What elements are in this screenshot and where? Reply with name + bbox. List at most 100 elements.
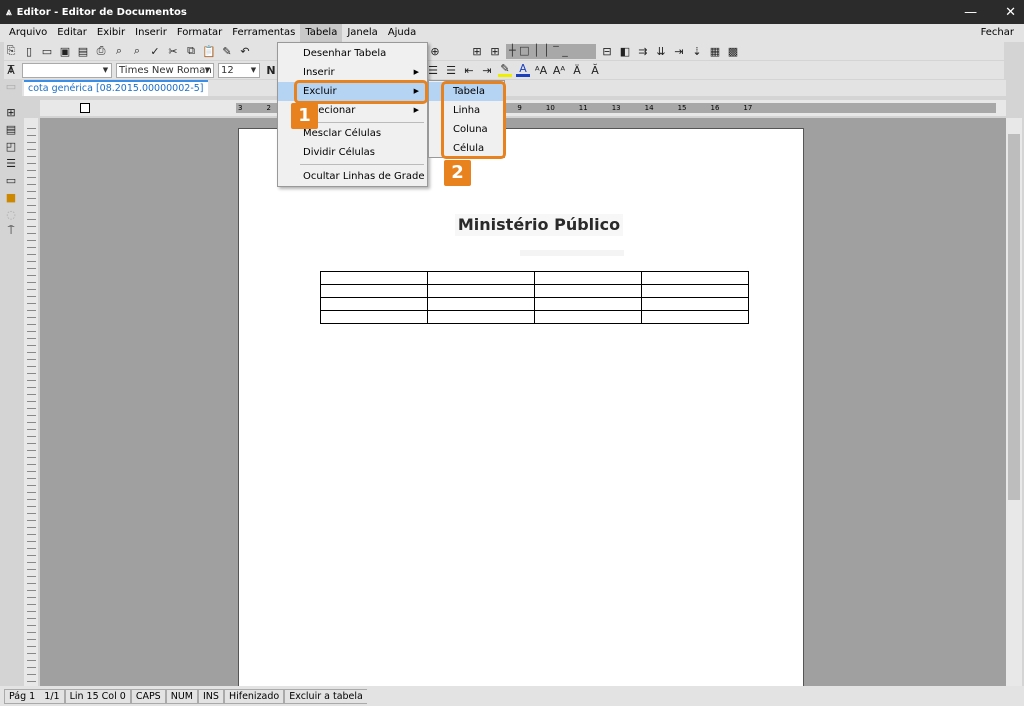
status-position: Lin 15 Col 0 (64, 688, 131, 704)
menu-formatar[interactable]: Formatar (172, 24, 227, 42)
text-tool-icon[interactable]: T (4, 62, 18, 76)
comment-icon[interactable]: ▭ (4, 79, 18, 93)
fechar-button[interactable]: Fechar (981, 27, 1014, 38)
insert-row-icon[interactable]: ⇉ (636, 44, 650, 58)
document-page[interactable] (238, 128, 804, 688)
highlight-doc-icon[interactable]: ■ (4, 190, 18, 204)
menu-item-ocultar-linhas[interactable]: Ocultar Linhas de Grade (278, 167, 427, 186)
bold-icon[interactable]: N (264, 63, 278, 77)
table-cell[interactable] (320, 310, 428, 324)
menu-tabela[interactable]: Tabela (300, 24, 343, 42)
note-icon[interactable]: ◰ (4, 139, 18, 153)
outdent-icon[interactable]: ⇤ (462, 63, 476, 77)
table-props-icon[interactable]: ▩ (726, 44, 740, 58)
shrink-font-icon[interactable]: Aᴬ (552, 63, 566, 77)
document-table[interactable] (320, 271, 749, 324)
menu-item-dividir-celulas[interactable]: Dividir Células (278, 143, 427, 162)
table-cell[interactable] (534, 310, 642, 324)
table-cell[interactable] (534, 271, 642, 285)
document-tab[interactable]: cota genérica [08.2015.00000002-5] (24, 80, 208, 96)
delete-row-icon[interactable]: ⇥ (672, 44, 686, 58)
insert-col-icon[interactable]: ⇊ (654, 44, 668, 58)
table-row (320, 297, 749, 311)
spellcheck-icon[interactable]: ✓ (148, 44, 162, 58)
print-icon[interactable]: ⎙ (94, 44, 108, 58)
table-cell[interactable] (427, 271, 535, 285)
merge-cells-icon[interactable]: ⊟ (600, 44, 614, 58)
menu-ajuda[interactable]: Ajuda (383, 24, 421, 42)
preview-icon[interactable]: ⌕ (112, 44, 126, 58)
table-cell[interactable] (534, 284, 642, 298)
status-message: Excluir a tabela (284, 688, 367, 704)
table-cell[interactable] (641, 297, 749, 311)
delete-col-icon[interactable]: ⇣ (690, 44, 704, 58)
new-doc-icon[interactable]: ⎘ (4, 44, 18, 58)
table-cell[interactable] (641, 284, 749, 298)
font-size-select[interactable]: 12 ▼ (218, 62, 260, 78)
cut-icon[interactable]: ✂ (166, 44, 180, 58)
folder-icon[interactable]: ▭ (4, 173, 18, 187)
table-format-icon[interactable]: ▦ (708, 44, 722, 58)
table-cell[interactable] (320, 297, 428, 311)
list-icon[interactable]: ☰ (4, 156, 18, 170)
scrollbar-thumb[interactable] (1008, 134, 1020, 500)
paste-icon[interactable]: 📋 (202, 44, 216, 58)
table-cell[interactable] (320, 284, 428, 298)
border-tools[interactable]: ┼ □ │ │ ‾ _ (506, 43, 596, 59)
menu-item-desenhar-tabela[interactable]: Desenhar Tabela (278, 44, 427, 63)
split-cells-icon[interactable]: ◧ (618, 44, 632, 58)
table-cell[interactable] (534, 297, 642, 311)
indent-icon[interactable]: ⇥ (480, 63, 494, 77)
tab-stop-selector[interactable] (80, 103, 90, 113)
zoom-in-icon[interactable]: ⊕ (428, 44, 442, 58)
table-grid-icon[interactable]: ⊞ (470, 44, 484, 58)
status-hyphen: Hifenizado (223, 688, 285, 704)
style-select[interactable]: ▼ (22, 62, 112, 78)
menu-exibir[interactable]: Exibir (92, 24, 130, 42)
table-cell[interactable] (427, 297, 535, 311)
open-icon[interactable]: ▭ (40, 44, 54, 58)
toolbar-format: A ▼ Times New Roman ▼ 12 ▼ N ☰ ☰ ⇤ ⇥ ✎ A ᴬ… (4, 61, 1004, 79)
menu-editar[interactable]: Editar (52, 24, 92, 42)
menu-arquivo[interactable]: Arquivo (4, 24, 52, 42)
highlight-icon[interactable]: ✎ (498, 62, 512, 77)
menu-ferramentas[interactable]: Ferramentas (227, 24, 300, 42)
format-painter-icon[interactable]: ✎ (220, 44, 234, 58)
paint-icon[interactable]: ⍑ (4, 224, 18, 238)
title-bar: ⩓ Editor - Editor de Documentos (0, 0, 1024, 24)
table-cell[interactable] (641, 271, 749, 285)
undo-icon[interactable]: ↶ (238, 44, 252, 58)
close-button[interactable]: ✕ (1005, 5, 1016, 20)
annotation-highlight-submenu (441, 81, 506, 159)
table-cell[interactable] (320, 271, 428, 285)
case2-icon[interactable]: Ă (588, 63, 602, 77)
menu-inserir[interactable]: Inserir (130, 24, 172, 42)
grow-font-icon[interactable]: ᴬA (534, 63, 548, 77)
save-icon[interactable]: ▣ (58, 44, 72, 58)
blank-page-icon[interactable]: ▯ (22, 44, 36, 58)
app-icon: ⩓ (6, 6, 12, 18)
menu-janela[interactable]: Janela (342, 24, 382, 42)
copy-icon[interactable]: ⧉ (184, 44, 198, 58)
disabled-icon[interactable]: ◌ (4, 207, 18, 221)
table-icon[interactable]: ⊞ (488, 44, 502, 58)
font-color-icon[interactable]: A (516, 62, 530, 77)
table-cell[interactable] (641, 310, 749, 324)
numbering-icon[interactable]: ☰ (444, 63, 458, 77)
bullets-icon[interactable]: ☰ (426, 63, 440, 77)
font-select[interactable]: Times New Roman ▼ (116, 62, 214, 78)
save-as-icon[interactable]: ▤ (76, 44, 90, 58)
table-cell[interactable] (427, 310, 535, 324)
table-row (320, 284, 749, 298)
case-icon[interactable]: Ä (570, 63, 584, 77)
insert-field-icon[interactable]: ⊞ (4, 105, 18, 119)
status-num: NUM (165, 688, 198, 704)
minimize-button[interactable]: — (964, 5, 977, 20)
table-cell[interactable] (427, 284, 535, 298)
annotation-highlight-excluir (294, 80, 428, 104)
vertical-ruler-scale (27, 125, 36, 685)
left-toolbar: T ▭ ⊞ ▤ ◰ ☰ ▭ ■ ◌ ⍑ (0, 60, 22, 270)
template-icon[interactable]: ▤ (4, 122, 18, 136)
table-row (320, 271, 749, 285)
search-doc-icon[interactable]: ⌕ (130, 44, 144, 58)
